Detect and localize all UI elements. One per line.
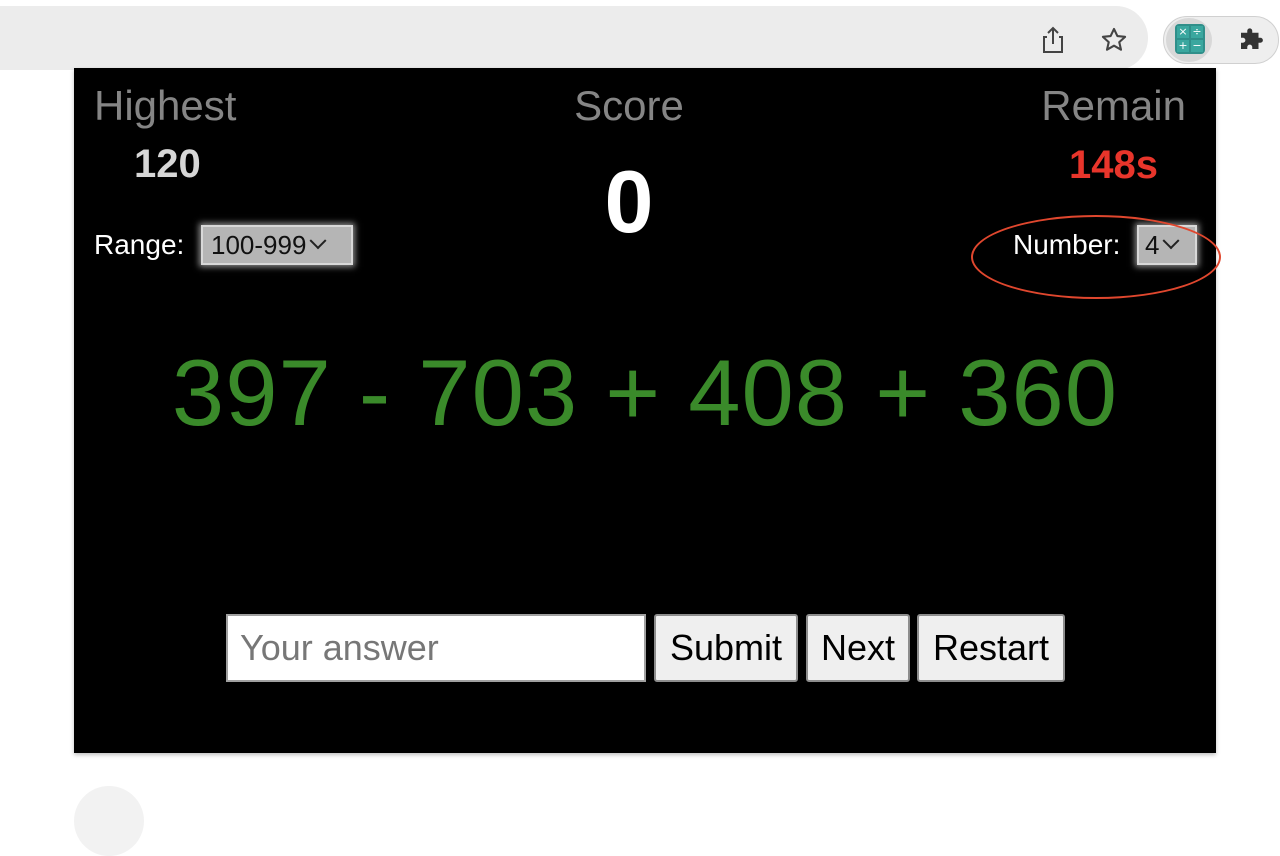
minus-glyph: − <box>1191 39 1203 52</box>
range-label: Range: <box>94 229 185 260</box>
star-icon[interactable] <box>1098 24 1130 56</box>
range-selected-value: 100-999 <box>211 230 307 260</box>
divide-glyph: ÷ <box>1191 25 1203 38</box>
address-bar[interactable] <box>0 6 1148 70</box>
next-button[interactable]: Next <box>806 614 910 682</box>
partial-circle-decoration <box>74 786 144 856</box>
answer-input[interactable] <box>226 614 646 682</box>
multiply-glyph: × <box>1177 25 1189 38</box>
share-icon[interactable] <box>1038 24 1068 56</box>
highlight-annotation-ring <box>971 215 1221 299</box>
restart-button[interactable]: Restart <box>917 614 1065 682</box>
calculator-extension-glyph: × ÷ + − <box>1175 24 1205 54</box>
math-game-panel: Highest Score Remain 120 0 148s Range: 1… <box>74 68 1221 753</box>
score-label: Score <box>574 82 684 129</box>
submit-button[interactable]: Submit <box>654 614 798 682</box>
remain-label: Remain <box>1041 82 1186 129</box>
remain-timer: 148s <box>1069 143 1158 187</box>
chevron-down-icon <box>309 232 327 250</box>
math-expression: 397 - 703 + 408 + 360 <box>171 340 1119 445</box>
puzzle-extension-icon[interactable] <box>1234 22 1268 56</box>
range-select[interactable]: 100-999 <box>201 225 353 265</box>
plus-glyph: + <box>1177 39 1189 52</box>
